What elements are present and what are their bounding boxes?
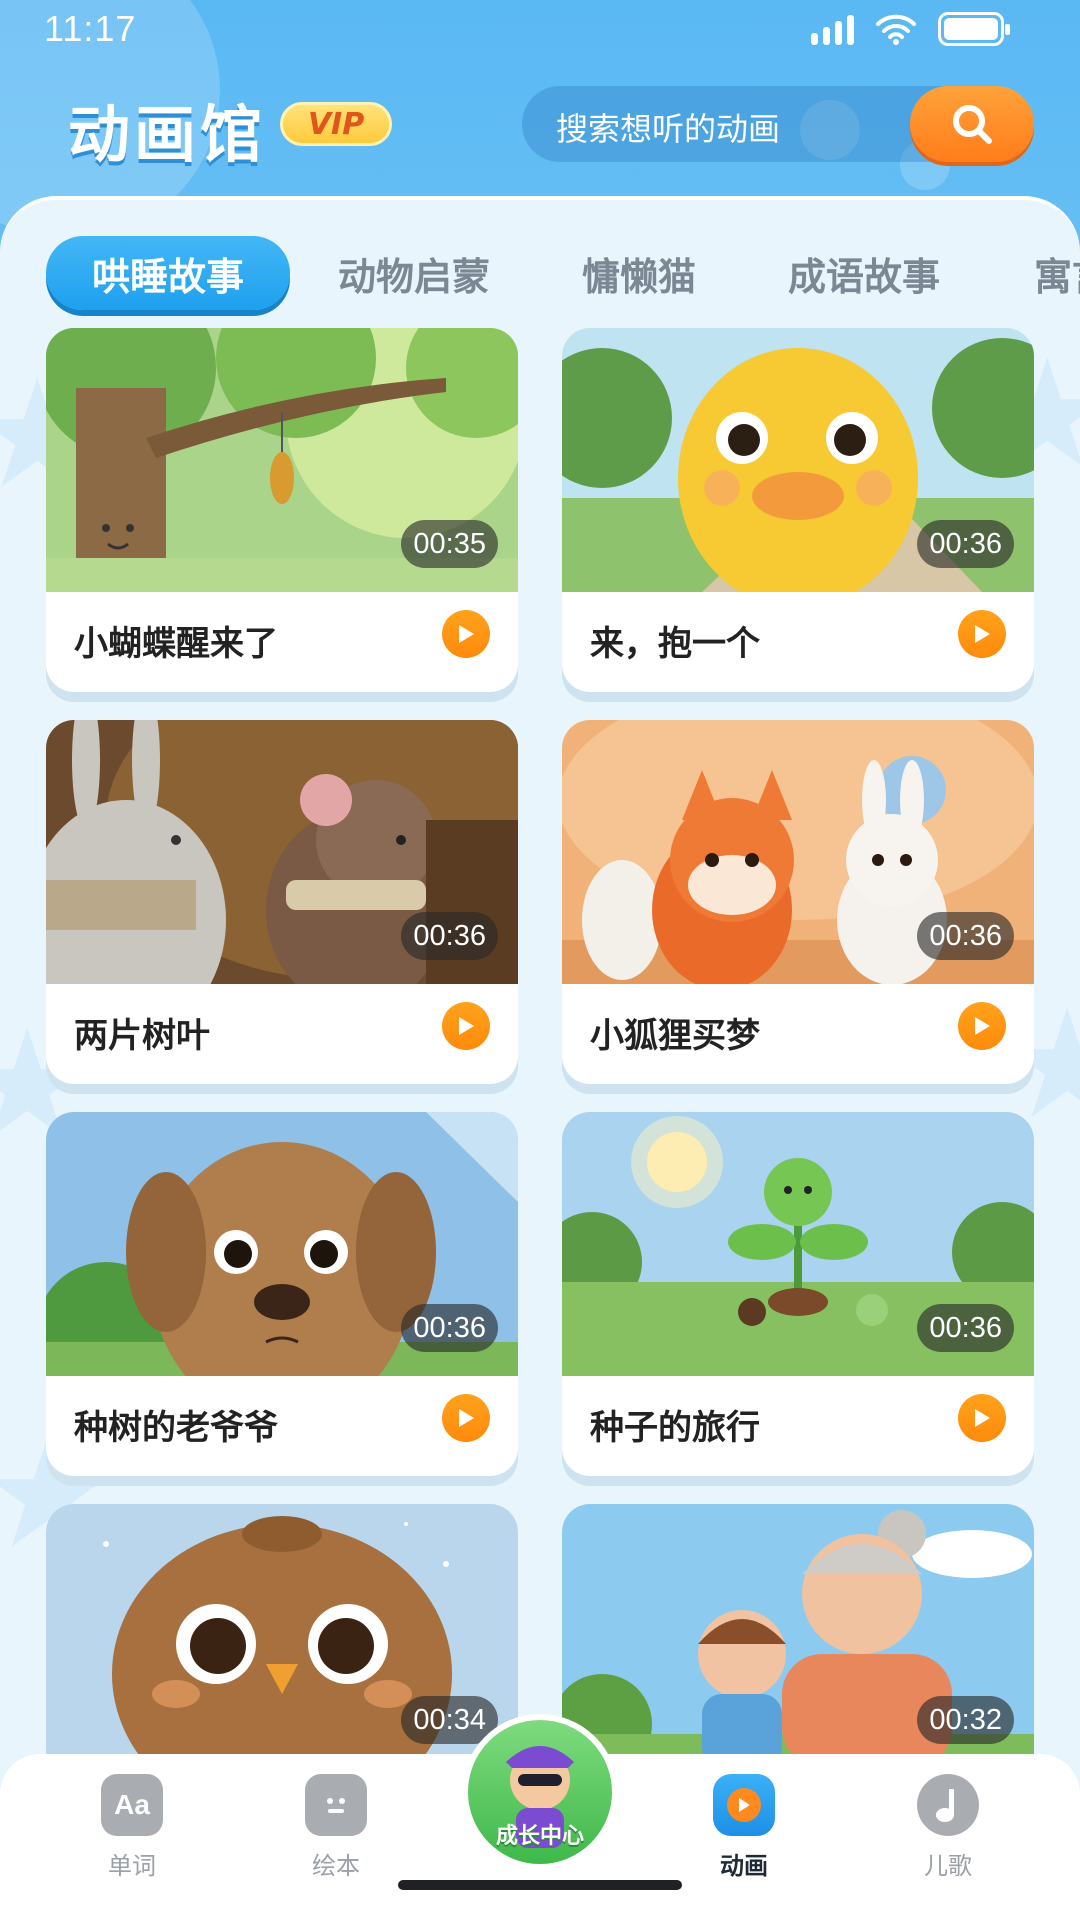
video-thumbnail[interactable]: 00:36: [46, 720, 518, 984]
video-thumbnail[interactable]: 00:36: [562, 328, 1034, 592]
status-icons: [811, 12, 1010, 46]
word-card-icon: Aa: [101, 1774, 163, 1836]
battery-icon: [938, 12, 1010, 46]
tab-lazy-cat[interactable]: 慵懒猫: [582, 236, 696, 310]
video-duration: 00:35: [401, 520, 498, 568]
video-title: 种子的旅行: [590, 1408, 760, 1448]
video-thumbnail[interactable]: 00:34: [46, 1504, 518, 1768]
play-button[interactable]: [442, 610, 490, 658]
video-card[interactable]: 00:36 种子的旅行: [562, 1112, 1034, 1476]
play-button[interactable]: [442, 1394, 490, 1442]
page-title: 动画馆: [68, 98, 267, 171]
play-icon: [459, 625, 474, 643]
video-title: 两片树叶: [74, 1016, 210, 1056]
music-note-icon: [917, 1774, 979, 1836]
play-button[interactable]: [958, 1002, 1006, 1050]
play-icon: [459, 1017, 474, 1035]
growth-center-label: 成长中心: [495, 1824, 584, 1849]
video-card[interactable]: 00:36 种树的老爷爷: [46, 1112, 518, 1476]
video-duration: 00:36: [917, 912, 1014, 960]
video-duration: 00:36: [401, 1304, 498, 1352]
video-thumbnail[interactable]: 00:32: [562, 1504, 1034, 1768]
video-title: 小蝴蝶醒来了: [74, 624, 278, 664]
video-thumbnail[interactable]: 00:35: [46, 328, 518, 592]
nav-item-animation[interactable]: 动画: [674, 1774, 814, 1894]
play-button[interactable]: [958, 1394, 1006, 1442]
video-card[interactable]: 00:36 两片树叶: [46, 720, 518, 1084]
video-duration: 00:32: [917, 1696, 1014, 1744]
play-icon: [975, 1409, 990, 1427]
search-icon: [953, 105, 992, 144]
wifi-icon: [876, 14, 916, 45]
video-thumbnail[interactable]: 00:36: [46, 1112, 518, 1376]
video-card[interactable]: 00:36 小狐狸买梦: [562, 720, 1034, 1084]
tab-idiom-stories[interactable]: 成语故事: [788, 236, 940, 310]
play-icon: [459, 1409, 474, 1427]
nav-item-nursery-rhymes[interactable]: 儿歌: [878, 1774, 1018, 1894]
video-title: 种树的老爷爷: [74, 1408, 278, 1448]
status-bar: 11:17: [0, 0, 1080, 60]
video-duration: 00:36: [401, 912, 498, 960]
video-duration: 00:36: [917, 1304, 1014, 1352]
video-thumbnail[interactable]: 00:36: [562, 1112, 1034, 1376]
video-title: 来，抱一个: [590, 624, 760, 664]
signal-icon: [811, 13, 854, 45]
tab-lullaby-stories[interactable]: 哄睡故事: [46, 236, 290, 310]
play-button[interactable]: [958, 610, 1006, 658]
search-button[interactable]: [910, 86, 1034, 162]
nav-label: 动画: [720, 1852, 768, 1880]
nav-label: 单词: [108, 1852, 156, 1880]
video-thumbnail[interactable]: 00:36: [562, 720, 1034, 984]
nav-label: 儿歌: [924, 1852, 972, 1880]
vip-badge[interactable]: VIP: [280, 102, 392, 146]
video-title: 小狐狸买梦: [590, 1016, 760, 1056]
video-duration: 00:36: [917, 520, 1014, 568]
tv-icon: [713, 1774, 775, 1836]
category-tabs: 哄睡故事 动物启蒙 慵懒猫 成语故事 寓言: [46, 236, 1080, 314]
nav-label: 绘本: [312, 1852, 360, 1880]
play-icon: [975, 1017, 990, 1035]
status-time: 11:17: [44, 8, 137, 49]
search-bar[interactable]: 搜索想听的动画: [522, 86, 1034, 162]
play-button[interactable]: [442, 1002, 490, 1050]
nav-item-words[interactable]: Aa 单词: [62, 1774, 202, 1894]
growth-center-button[interactable]: 成长中心: [462, 1714, 618, 1870]
video-card[interactable]: 00:35 小蝴蝶醒来了: [46, 328, 518, 692]
play-icon: [975, 625, 990, 643]
tab-fables[interactable]: 寓言: [1034, 236, 1080, 310]
tab-animal-enlightenment[interactable]: 动物启蒙: [338, 236, 490, 310]
video-card[interactable]: 00:36 来，抱一个: [562, 328, 1034, 692]
home-indicator[interactable]: [398, 1880, 682, 1890]
picture-book-icon: [305, 1774, 367, 1836]
search-input[interactable]: 搜索想听的动画: [556, 104, 780, 150]
nav-item-picture-books[interactable]: 绘本: [266, 1774, 406, 1894]
